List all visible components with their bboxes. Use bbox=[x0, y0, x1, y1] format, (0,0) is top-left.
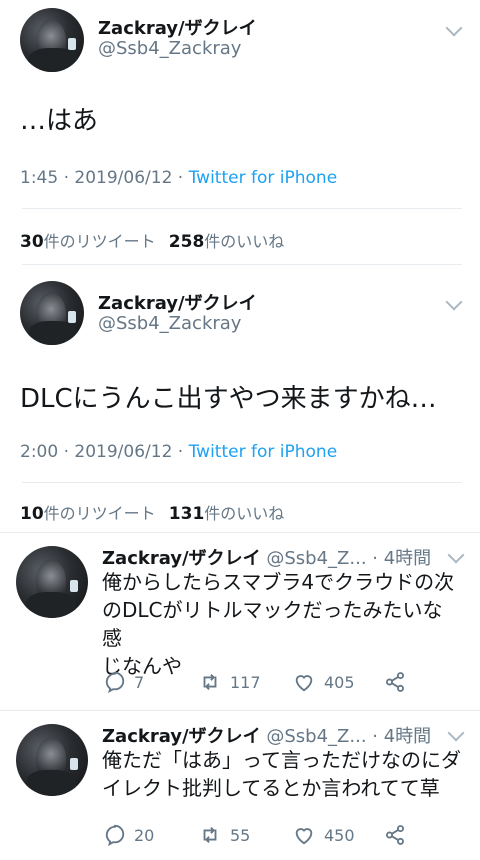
author-name[interactable]: Zackray/ザクレイ bbox=[98, 14, 257, 40]
avatar[interactable] bbox=[16, 546, 88, 618]
avatar[interactable] bbox=[16, 724, 88, 796]
author-name[interactable]: Zackray/ザクレイ bbox=[102, 726, 261, 747]
reply-button[interactable]: 20 bbox=[104, 824, 154, 846]
reply-icon bbox=[105, 824, 125, 846]
tweet-date: 2019/06/12 bbox=[74, 442, 173, 462]
tweet-stats: 30件のリツイート 258件のいいね bbox=[20, 228, 284, 252]
author-name[interactable]: Zackray/ザクレイ bbox=[102, 548, 261, 569]
tweet-meta: 2:00 · 2019/06/12 · Twitter for iPhone bbox=[20, 442, 338, 462]
tweet-source-link[interactable]: Twitter for iPhone bbox=[189, 168, 338, 188]
share-button[interactable] bbox=[384, 824, 414, 846]
tweet-time: 2:00 bbox=[20, 442, 59, 462]
author-handle[interactable]: @Ssb4_Z... bbox=[266, 548, 366, 569]
share-icon bbox=[386, 672, 404, 692]
timeline: Zackray/ザクレイ @Ssb4_Zackray …はあ 1:45 · 20… bbox=[0, 0, 480, 860]
tweet-time: 1:45 bbox=[20, 168, 59, 188]
retweet-button[interactable]: 117 bbox=[198, 671, 261, 693]
retweet-icon bbox=[203, 674, 217, 690]
share-button[interactable] bbox=[384, 671, 414, 693]
reply-button[interactable]: 7 bbox=[104, 671, 144, 693]
like-button[interactable]: 450 bbox=[292, 824, 355, 846]
author-name[interactable]: Zackray/ザクレイ bbox=[98, 289, 257, 315]
share-icon bbox=[386, 825, 404, 845]
like-count-link[interactable]: 131件のいいね bbox=[169, 504, 285, 524]
retweet-button[interactable]: 55 bbox=[198, 824, 250, 846]
avatar[interactable] bbox=[20, 281, 84, 345]
divider bbox=[22, 208, 462, 209]
chevron-down-icon[interactable] bbox=[447, 546, 465, 564]
tweet-source-link[interactable]: Twitter for iPhone bbox=[189, 442, 338, 462]
author-handle[interactable]: @Ssb4_Zackray bbox=[98, 313, 241, 334]
like-icon bbox=[295, 675, 313, 692]
author-handle[interactable]: @Ssb4_Zackray bbox=[98, 38, 241, 59]
divider bbox=[22, 264, 462, 265]
tweet-text: DLCにうんこ出すやつ来ますかね… bbox=[20, 384, 437, 414]
retweet-count-link[interactable]: 10件のリツイート bbox=[20, 504, 156, 524]
like-count-link[interactable]: 258件のいいね bbox=[169, 232, 285, 252]
retweet-count-link[interactable]: 30件のリツイート bbox=[20, 232, 156, 252]
like-icon bbox=[295, 828, 313, 845]
chevron-down-icon[interactable] bbox=[445, 293, 463, 311]
tweet-date: 2019/06/12 bbox=[74, 168, 173, 188]
divider bbox=[0, 532, 480, 533]
reply-header: Zackray/ザクレイ @Ssb4_Z... · 4時間 bbox=[102, 722, 431, 748]
reply-text: 俺からしたらスマブラ4でクラウドの次 のDLCがリトルマックだったみたいな感 じ… bbox=[102, 570, 455, 678]
avatar[interactable] bbox=[20, 8, 84, 72]
tweet-stats: 10件のリツイート 131件のいいね bbox=[20, 500, 284, 524]
tweet-text: …はあ bbox=[20, 106, 99, 136]
author-handle[interactable]: @Ssb4_Z... bbox=[266, 726, 366, 747]
like-button[interactable]: 405 bbox=[292, 671, 355, 693]
divider bbox=[22, 482, 462, 483]
chevron-down-icon[interactable] bbox=[445, 19, 463, 37]
tweet-age: · 4時間 bbox=[372, 548, 432, 569]
divider bbox=[0, 710, 480, 711]
tweet-age: · 4時間 bbox=[372, 726, 432, 747]
reply-header: Zackray/ザクレイ @Ssb4_Z... · 4時間 bbox=[102, 544, 431, 570]
reply-text: 俺ただ「はあ」って言っただけなのにダ イレクト批判してるとか言われてて草 bbox=[102, 748, 461, 800]
reply-icon bbox=[105, 671, 125, 693]
tweet-meta: 1:45 · 2019/06/12 · Twitter for iPhone bbox=[20, 168, 338, 188]
chevron-down-icon[interactable] bbox=[447, 724, 465, 742]
retweet-icon bbox=[203, 827, 217, 843]
